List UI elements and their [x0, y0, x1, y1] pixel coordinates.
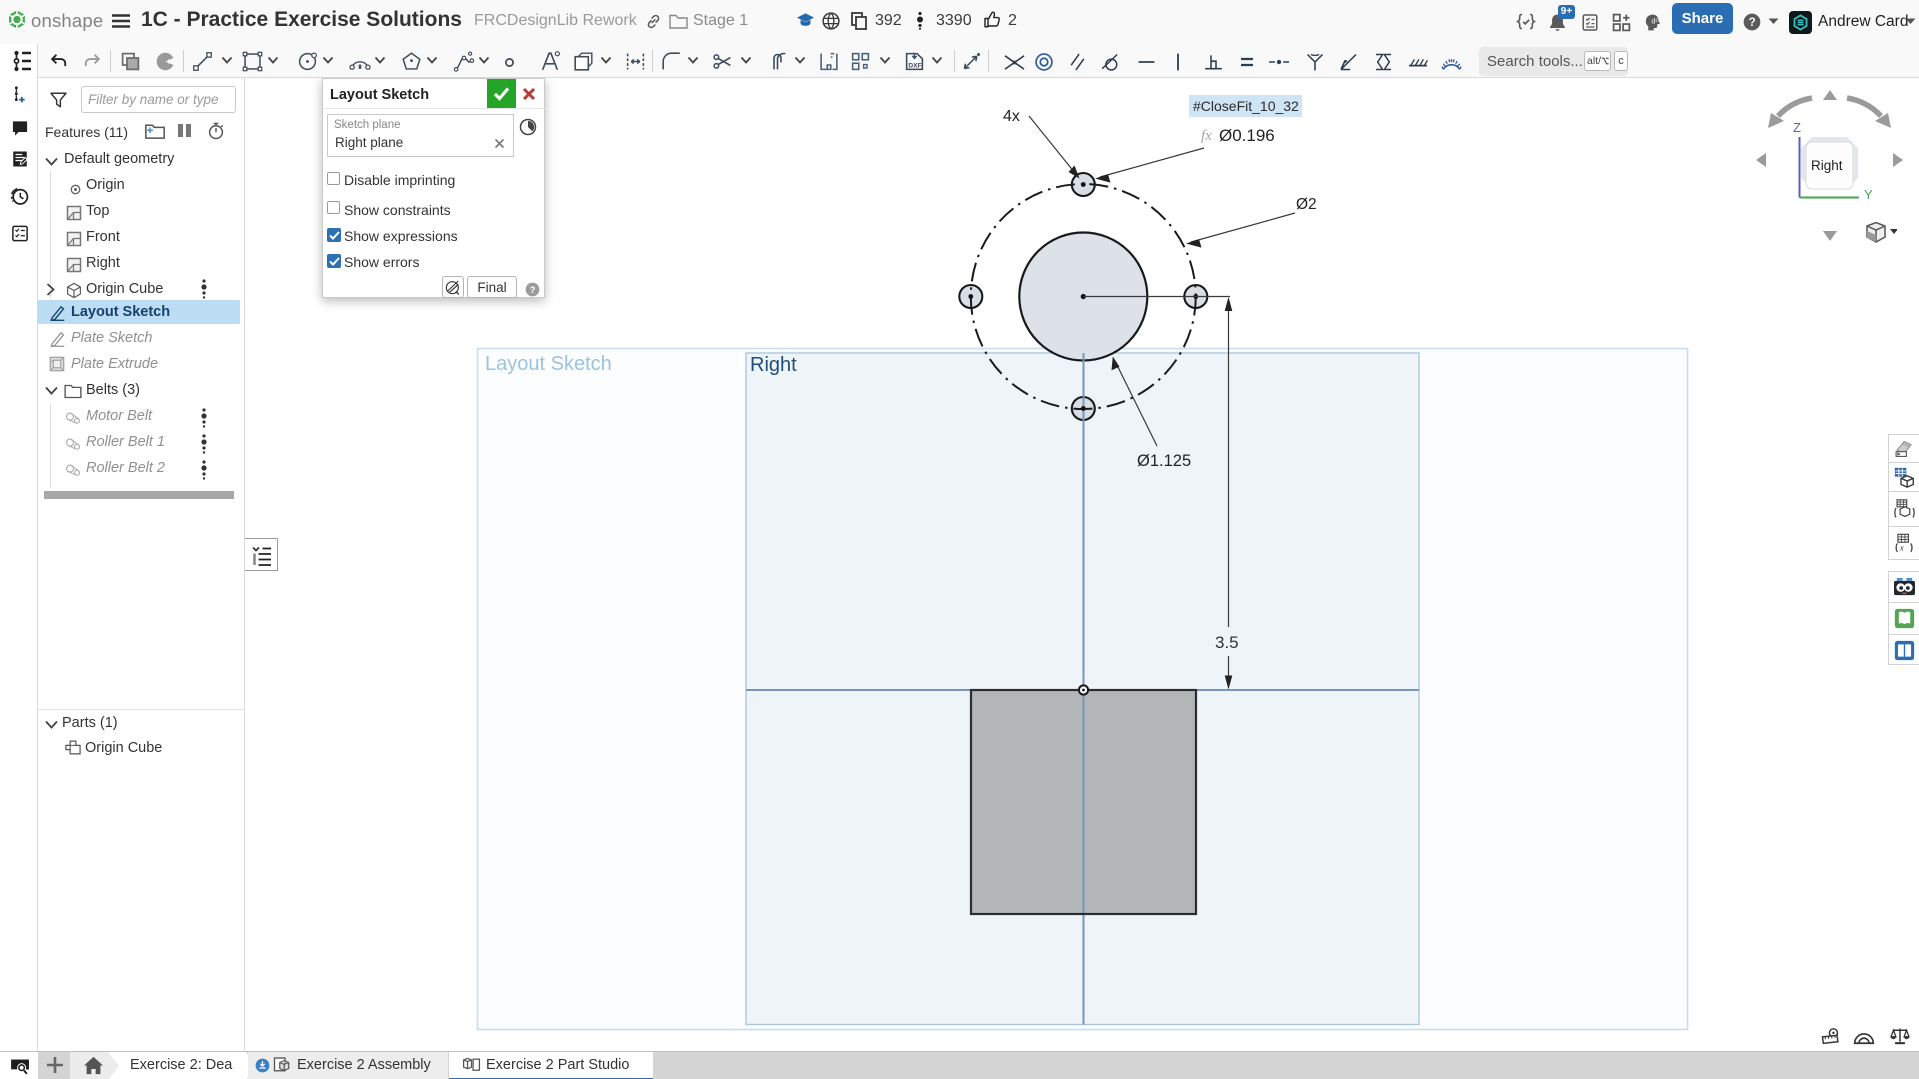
- svg-text:#CloseFit_10_32: #CloseFit_10_32: [1193, 98, 1299, 114]
- svg-text:?: ?: [530, 285, 536, 295]
- svg-text:Ø0.196: Ø0.196: [1219, 126, 1275, 145]
- svg-text:4x: 4x: [1003, 108, 1020, 125]
- svg-text:DXF: DXF: [908, 63, 921, 70]
- svg-text:d²: d²: [1651, 17, 1658, 25]
- svg-text:3.5: 3.5: [1215, 633, 1239, 652]
- svg-text:Right: Right: [1811, 158, 1843, 173]
- svg-text:Layout Sketch: Layout Sketch: [485, 353, 612, 375]
- svg-text:fx: fx: [1201, 128, 1212, 144]
- svg-text:x: x: [1899, 544, 1904, 553]
- svg-text:Ø1.125: Ø1.125: [1137, 452, 1191, 470]
- svg-text:Y: Y: [1864, 187, 1873, 202]
- svg-text:Z: Z: [1793, 120, 1801, 135]
- svg-text:?: ?: [1749, 16, 1756, 29]
- svg-text:Ø2: Ø2: [1296, 196, 1317, 213]
- svg-text:Right: Right: [750, 354, 797, 376]
